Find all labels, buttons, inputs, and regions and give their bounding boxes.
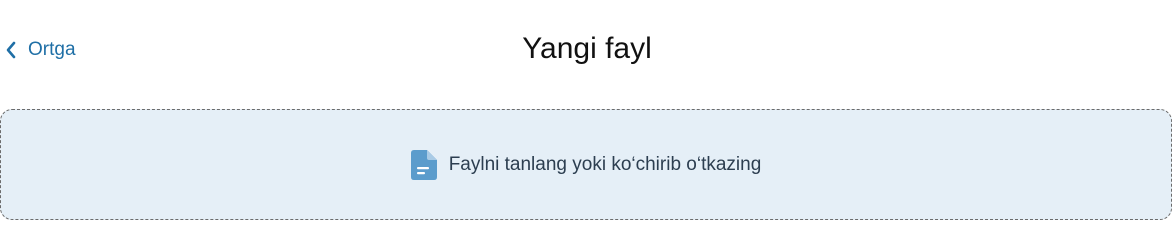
dropzone-label: Faylni tanlang yoki ko‘chirib o‘tkazing <box>448 153 762 175</box>
header: Ortga Yangi fayl <box>0 0 1174 100</box>
file-dropzone[interactable]: Faylni tanlang yoki ko‘chirib o‘tkazing <box>0 109 1172 220</box>
page: Ortga Yangi fayl Faylni tanlang yoki ko‘… <box>0 0 1174 248</box>
file-icon <box>410 149 437 180</box>
page-title: Yangi fayl <box>522 32 652 65</box>
